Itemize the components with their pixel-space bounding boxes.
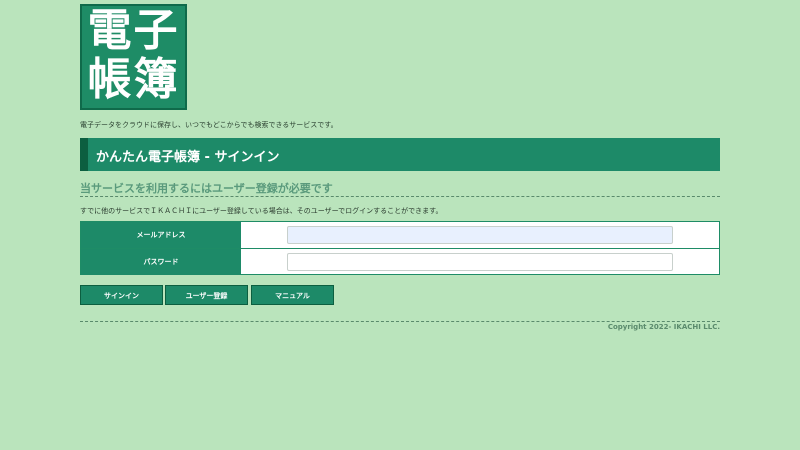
app-logo: 電子 帳簿: [80, 4, 187, 110]
password-label: パスワード: [81, 249, 241, 275]
signin-page: 電子 帳簿 電子データをクラウドに保存し、いつでもどこからでも検索できるサービス…: [0, 0, 800, 450]
signin-button[interactable]: サインイン: [80, 285, 163, 305]
email-row: メールアドレス: [81, 222, 719, 248]
page-title: かんたん電子帳簿 - サインイン: [96, 150, 280, 165]
manual-button[interactable]: マニュアル: [251, 285, 334, 305]
info-text: すでに他のサービスでＩＫＡＣＨＩにユーザー登録している場合は、そのユーザーでログ…: [80, 207, 443, 215]
logo-line-1: 電子: [87, 5, 180, 56]
logo-line-2: 帳簿: [87, 54, 180, 105]
password-field[interactable]: [287, 253, 673, 271]
section-divider: [80, 196, 720, 197]
footer-divider: [80, 321, 720, 322]
email-field[interactable]: [287, 226, 673, 244]
page-header: かんたん電子帳簿 - サインイン: [80, 138, 720, 171]
copyright-text: Copyright 2022- IKACHI LLC.: [607, 323, 720, 331]
tagline: 電子データをクラウドに保存し、いつでもどこからでも検索できるサービスです。: [80, 121, 338, 129]
signin-form: メールアドレス パスワード: [80, 221, 720, 275]
email-label: メールアドレス: [81, 222, 241, 248]
password-row: パスワード: [81, 249, 719, 275]
register-button[interactable]: ユーザー登録: [165, 285, 248, 305]
section-title: 当サービスを利用するにはユーザー登録が必要です: [80, 182, 333, 195]
